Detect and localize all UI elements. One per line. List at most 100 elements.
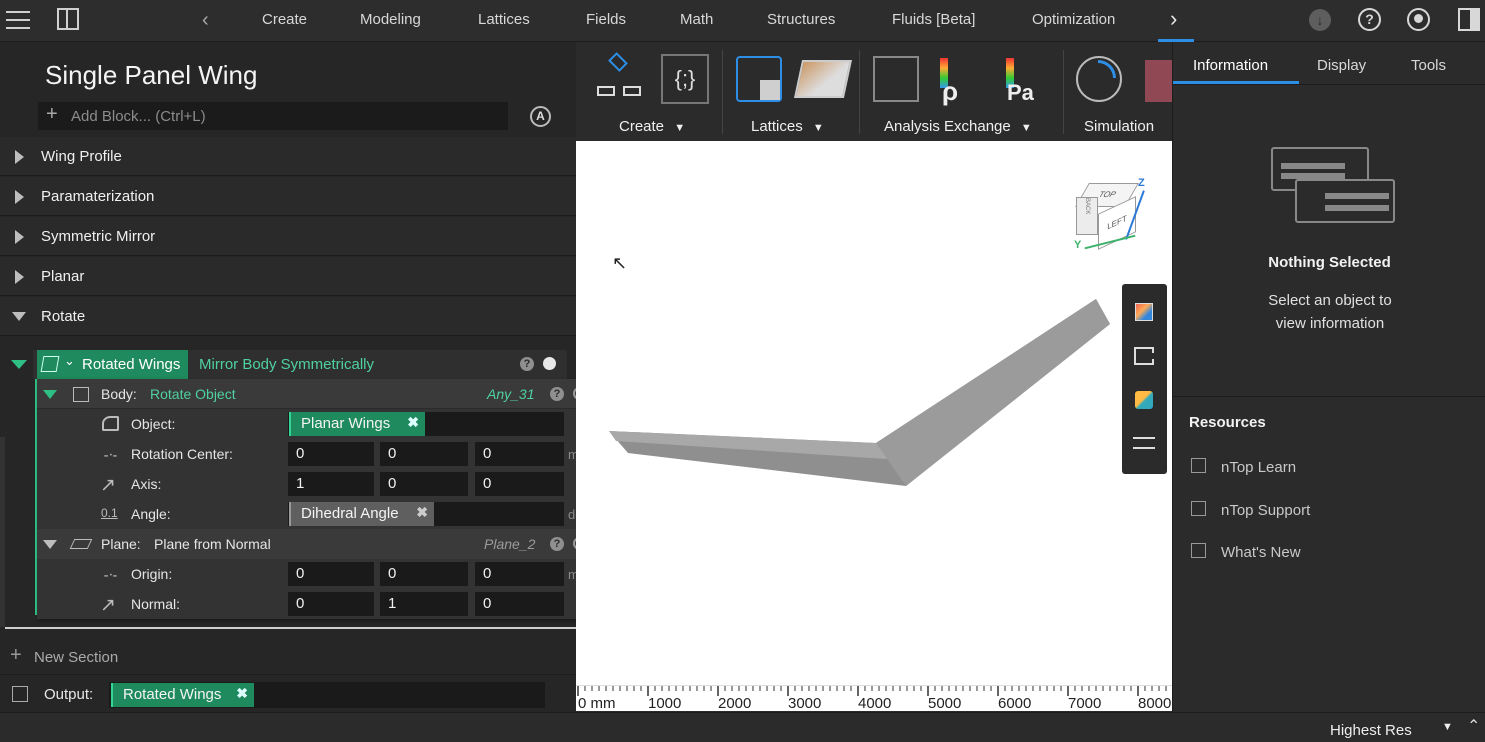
ribbon-group-lattices[interactable]: Lattices ▼ xyxy=(751,118,824,135)
tab-create[interactable]: Create xyxy=(262,11,307,28)
scale-ruler: 0 mm 1000 2000 3000 4000 5000 6000 7000 … xyxy=(576,685,1172,712)
tab-fields[interactable]: Fields xyxy=(586,11,626,28)
angle-chip[interactable]: Dihedral Angle ✖ xyxy=(289,502,434,526)
object-icon xyxy=(102,416,119,431)
display-cube-icon[interactable] xyxy=(1135,391,1153,409)
auto-update-icon[interactable]: A xyxy=(530,106,551,127)
body-value[interactable]: Rotate Object xyxy=(150,386,236,402)
measure-icon[interactable] xyxy=(1133,437,1155,449)
sidebar-toggle-icon[interactable] xyxy=(1458,8,1480,31)
section-wing-profile[interactable]: Wing Profile xyxy=(0,137,576,176)
plane-value[interactable]: Plane from Normal xyxy=(154,536,271,552)
cube-back-face[interactable]: BACK xyxy=(1076,197,1098,235)
resource-label: nTop Learn xyxy=(1221,459,1297,476)
external-link-icon xyxy=(1191,501,1206,516)
remove-icon[interactable]: ✖ xyxy=(416,504,428,521)
tab-optimization[interactable]: Optimization xyxy=(1032,11,1115,28)
body-row[interactable]: Body: Rotate Object Any_31 ? xyxy=(37,379,596,409)
add-block-placeholder: Add Block... (Ctrl+L) xyxy=(71,108,206,125)
tab-fluids[interactable]: Fluids [Beta] xyxy=(892,11,975,28)
help-icon[interactable]: ? xyxy=(550,387,564,401)
rotation-center-x[interactable]: 0 xyxy=(288,442,374,466)
ruler-label: 3000 xyxy=(788,695,822,712)
tab-math[interactable]: Math xyxy=(680,11,713,28)
ruler-label: 4000 xyxy=(858,695,892,712)
view-cube[interactable]: TOP LEFT BACK Z Y xyxy=(1074,177,1154,257)
density-icon[interactable]: ρ xyxy=(938,56,984,106)
normal-y[interactable]: 1 xyxy=(380,592,468,616)
ribbon-group-simulation[interactable]: Simulation xyxy=(1084,118,1154,135)
plus-icon: + xyxy=(10,644,22,666)
tab-tools[interactable]: Tools xyxy=(1411,57,1446,74)
section-paramaterization[interactable]: Paramaterization xyxy=(0,177,576,216)
nothing-selected-heading: Nothing Selected xyxy=(1268,254,1391,271)
chevron-down-icon[interactable]: ⌄ xyxy=(64,353,75,369)
create-block-icon[interactable] xyxy=(594,52,644,104)
collapse-icon[interactable] xyxy=(43,540,57,549)
collapse-icon[interactable] xyxy=(43,390,57,399)
simulation-icon[interactable] xyxy=(1076,56,1122,102)
block-name-chip[interactable]: ⌄ Rotated Wings xyxy=(37,350,188,379)
script-block-icon[interactable]: {;} xyxy=(661,54,709,104)
panel-toggle-icon[interactable] xyxy=(57,8,79,30)
resource-link-whats-new[interactable]: What's New xyxy=(1173,541,1485,565)
new-section-label: New Section xyxy=(34,649,119,666)
axis-x[interactable]: 1 xyxy=(288,472,374,496)
render-mode-icon[interactable] xyxy=(1135,303,1153,321)
section-cut-icon[interactable] xyxy=(1134,347,1154,365)
resolution-dropdown[interactable]: Highest Res ▼ xyxy=(1322,716,1462,742)
object-chip[interactable]: Planar Wings ✖ xyxy=(289,412,425,436)
resource-link-ntop-support[interactable]: nTop Support xyxy=(1173,499,1485,523)
collapse-icon[interactable] xyxy=(11,360,27,369)
scroll-gutter xyxy=(0,437,5,627)
rotation-center-y[interactable]: 0 xyxy=(380,442,468,466)
normal-x[interactable]: 0 xyxy=(288,592,374,616)
origin-z[interactable]: 0 xyxy=(475,562,564,586)
plane-row[interactable]: Plane: Plane from Normal Plane_2 ? xyxy=(37,529,596,559)
block-header[interactable]: ⌄ Rotated Wings Mirror Body Symmetricall… xyxy=(11,350,567,379)
tab-information[interactable]: Information xyxy=(1193,57,1268,74)
pressure-icon[interactable]: Pa xyxy=(1004,56,1050,106)
axis-z[interactable]: 0 xyxy=(475,472,564,496)
remove-icon[interactable]: ✖ xyxy=(407,414,419,431)
origin-x[interactable]: 0 xyxy=(288,562,374,586)
menu-icon[interactable] xyxy=(6,9,30,31)
help-icon[interactable]: ? xyxy=(1358,8,1381,31)
help-icon[interactable]: ? xyxy=(520,357,534,371)
download-icon[interactable]: ↓ xyxy=(1309,9,1331,31)
account-icon[interactable] xyxy=(1407,8,1430,31)
help-icon[interactable]: ? xyxy=(550,537,564,551)
section-planar[interactable]: Planar xyxy=(0,257,576,296)
origin-y[interactable]: 0 xyxy=(380,562,468,586)
remove-icon[interactable]: ✖ xyxy=(236,685,248,702)
axis-y[interactable]: 0 xyxy=(380,472,468,496)
3d-viewport[interactable]: ↖ TOP LEFT BACK Z Y 0 mm 1000 2000 3000 … xyxy=(576,141,1172,712)
ribbon-group-analysis-exchange[interactable]: Analysis Exchange ▼ xyxy=(884,118,1032,135)
tab-modeling[interactable]: Modeling xyxy=(360,11,421,28)
chevron-left-icon[interactable]: ‹ xyxy=(202,9,209,32)
divider xyxy=(5,627,576,629)
dropdown-caret-icon: ▼ xyxy=(1442,721,1453,733)
ribbon-group-create[interactable]: Create ▼ xyxy=(619,118,685,135)
resource-link-ntop-learn[interactable]: nTop Learn xyxy=(1173,456,1485,480)
rotation-center-z[interactable]: 0 xyxy=(475,442,564,466)
panel-divider xyxy=(1173,396,1485,397)
lattice-icon[interactable] xyxy=(736,56,782,102)
import-icon[interactable] xyxy=(873,56,919,102)
new-section-button[interactable]: + New Section xyxy=(10,644,210,668)
section-rotate[interactable]: Rotate xyxy=(0,297,576,336)
normal-z[interactable]: 0 xyxy=(475,592,564,616)
ruler-label: 8000 xyxy=(1138,695,1172,712)
mesh-icon[interactable] xyxy=(1145,60,1172,102)
vector-icon: ↗ xyxy=(100,475,116,496)
tab-lattices[interactable]: Lattices xyxy=(478,11,530,28)
tab-structures[interactable]: Structures xyxy=(767,11,835,28)
section-symmetric-mirror[interactable]: Symmetric Mirror xyxy=(0,217,576,256)
notebook-title[interactable]: Single Panel Wing xyxy=(45,60,257,91)
output-chip[interactable]: Rotated Wings ✖ xyxy=(111,683,254,707)
lattice-box-icon[interactable] xyxy=(793,60,853,98)
expand-up-icon[interactable]: ⌃ xyxy=(1467,716,1480,736)
chevron-right-icon[interactable]: › xyxy=(1158,0,1194,42)
tab-display[interactable]: Display xyxy=(1317,57,1366,74)
add-block-input[interactable]: + Add Block... (Ctrl+L) xyxy=(38,102,508,130)
